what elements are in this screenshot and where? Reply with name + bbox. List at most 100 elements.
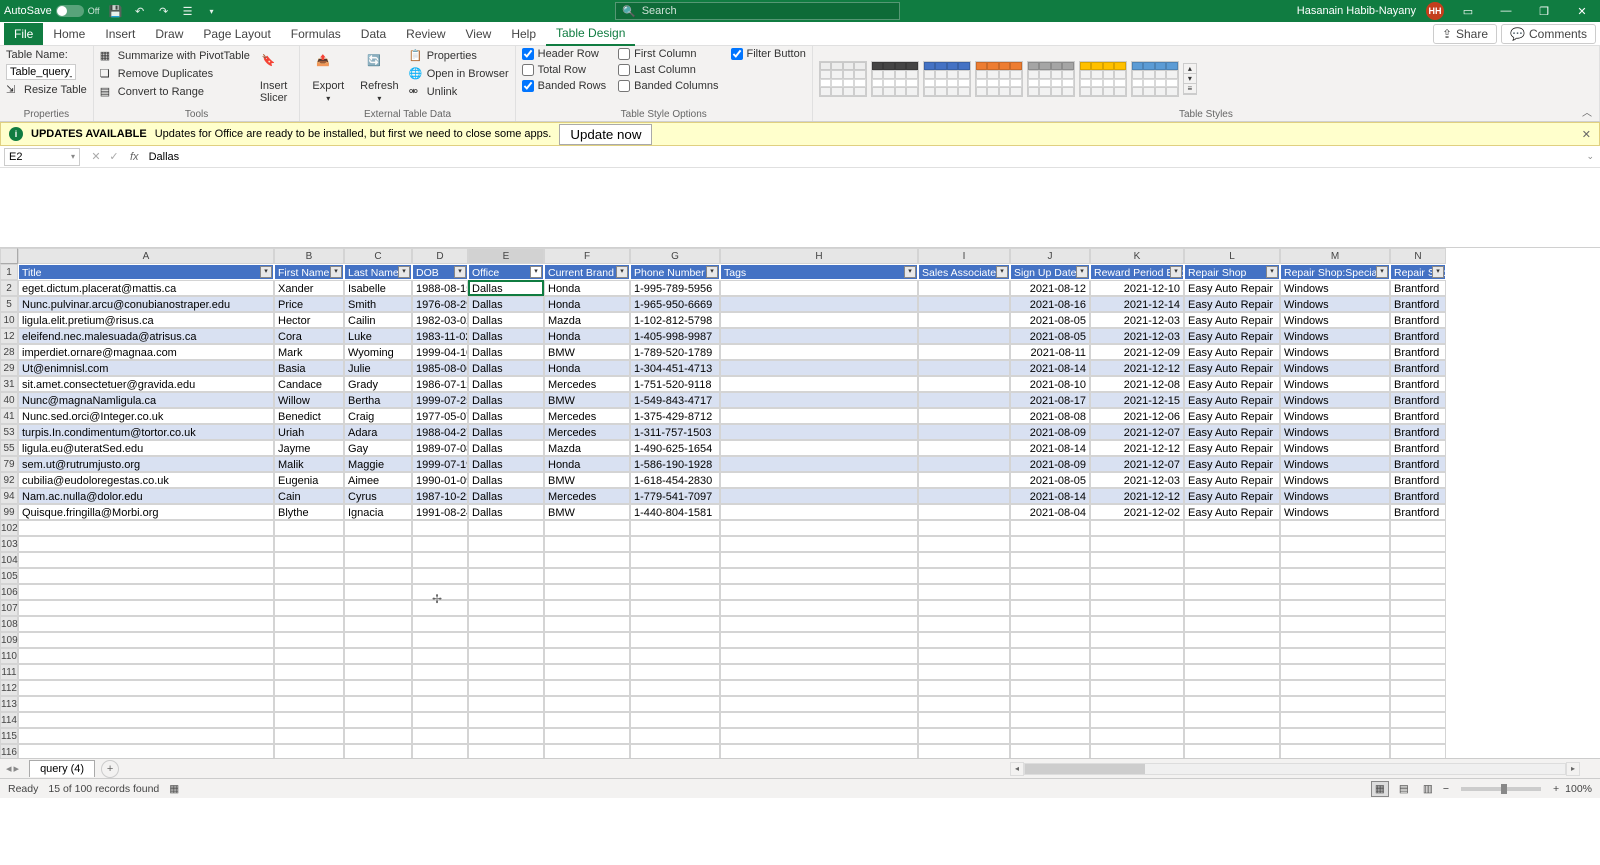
table-cell[interactable]: Basia [274,360,344,376]
table-cell[interactable]: Brantford [1390,424,1446,440]
row-header[interactable]: 28 [0,344,18,360]
sheet-next-icon[interactable]: ▸ [14,762,20,775]
empty-cell[interactable] [1280,680,1390,696]
table-cell[interactable]: Gay [344,440,412,456]
empty-cell[interactable] [1280,664,1390,680]
resize-table-button[interactable]: ⇲Resize Table [6,82,87,98]
banded-rows-checkbox[interactable]: Banded Rows [522,80,607,92]
table-cell[interactable]: Bertha [344,392,412,408]
collapse-ribbon-icon[interactable]: ︿ [1582,104,1592,119]
empty-cell[interactable] [918,552,1010,568]
row-header[interactable]: 104 [0,552,18,568]
update-now-button[interactable]: Update now [559,124,652,145]
empty-cell[interactable] [344,520,412,536]
table-cell[interactable]: Easy Auto Repair [1184,408,1280,424]
row-header[interactable]: 105 [0,568,18,584]
empty-cell[interactable] [1090,680,1184,696]
empty-cell[interactable] [1010,600,1090,616]
table-cell[interactable] [720,312,918,328]
filter-dropdown-icon[interactable]: ▾ [996,266,1008,278]
empty-cell[interactable] [1280,616,1390,632]
empty-cell[interactable] [274,520,344,536]
table-cell[interactable]: Ignacia [344,504,412,520]
undo-icon[interactable]: ↶ [132,3,148,19]
row-header[interactable]: 111 [0,664,18,680]
table-cell[interactable] [918,312,1010,328]
table-cell[interactable]: 1988-08-15 [412,280,468,296]
table-cell[interactable]: Nam.ac.nulla@dolor.edu [18,488,274,504]
table-style-swatch[interactable] [1131,61,1179,97]
empty-cell[interactable] [274,584,344,600]
table-cell[interactable]: Mercedes [544,424,630,440]
table-cell[interactable]: Windows [1280,344,1390,360]
empty-cell[interactable] [1390,536,1446,552]
table-cell[interactable]: Easy Auto Repair [1184,456,1280,472]
empty-cell[interactable] [720,632,918,648]
table-cell[interactable]: sit.amet.consectetuer@gravida.edu [18,376,274,392]
empty-cell[interactable] [1010,632,1090,648]
filter-dropdown-icon[interactable]: ▾ [530,266,542,278]
empty-cell[interactable] [720,680,918,696]
empty-cell[interactable] [1184,664,1280,680]
empty-cell[interactable] [344,728,412,744]
table-cell[interactable]: Mercedes [544,488,630,504]
table-cell[interactable]: Honda [544,280,630,296]
empty-cell[interactable] [1390,568,1446,584]
empty-cell[interactable] [544,680,630,696]
row-header[interactable]: 112 [0,680,18,696]
table-cell[interactable]: Honda [544,328,630,344]
table-cell[interactable]: 1-440-804-1581 [630,504,720,520]
empty-cell[interactable] [1390,632,1446,648]
empty-cell[interactable] [1184,568,1280,584]
empty-cell[interactable] [274,600,344,616]
table-cell[interactable]: 1-405-998-9987 [630,328,720,344]
empty-cell[interactable] [1390,552,1446,568]
empty-cell[interactable] [720,536,918,552]
table-cell[interactable]: Brantford [1390,440,1446,456]
table-cell[interactable]: Cora [274,328,344,344]
empty-cell[interactable] [274,712,344,728]
table-cell[interactable]: Dallas [468,376,544,392]
row-header[interactable]: 55 [0,440,18,456]
table-cell[interactable] [918,504,1010,520]
row-header[interactable]: 12 [0,328,18,344]
table-cell[interactable]: Easy Auto Repair [1184,472,1280,488]
table-cell[interactable]: Windows [1280,376,1390,392]
table-header[interactable]: Reward Period End▾ [1090,264,1184,280]
table-cell[interactable]: 2021-12-02 [1090,504,1184,520]
table-cell[interactable]: Honda [544,360,630,376]
empty-cell[interactable] [544,696,630,712]
table-cell[interactable]: 1-490-625-1654 [630,440,720,456]
filter-dropdown-icon[interactable]: ▾ [398,266,410,278]
table-header[interactable]: Last Name▾ [344,264,412,280]
filter-dropdown-icon[interactable]: ▾ [616,266,628,278]
table-cell[interactable]: Mazda [544,312,630,328]
expand-formula-icon[interactable]: ⌄ [1580,151,1600,162]
empty-cell[interactable] [344,680,412,696]
empty-cell[interactable] [18,584,274,600]
filter-dropdown-icon[interactable]: ▾ [706,266,718,278]
save-icon[interactable]: 💾 [108,3,124,19]
empty-cell[interactable] [544,568,630,584]
touch-mode-icon[interactable]: ☰ [180,3,196,19]
empty-cell[interactable] [1090,568,1184,584]
empty-cell[interactable] [630,680,720,696]
empty-cell[interactable] [344,568,412,584]
tab-home[interactable]: Home [43,23,95,45]
empty-cell[interactable] [630,568,720,584]
refresh-button[interactable]: 🔄 Refresh▾ [354,48,405,109]
table-cell[interactable]: ligula.eu@uteratSed.edu [18,440,274,456]
empty-cell[interactable] [544,664,630,680]
scroll-left-icon[interactable]: ◂ [1010,762,1024,776]
empty-cell[interactable] [344,552,412,568]
table-cell[interactable]: Xander [274,280,344,296]
table-cell[interactable]: 1-549-843-4717 [630,392,720,408]
table-cell[interactable]: 2021-08-05 [1010,312,1090,328]
empty-cell[interactable] [1090,664,1184,680]
empty-cell[interactable] [1184,696,1280,712]
table-cell[interactable] [918,440,1010,456]
empty-cell[interactable] [344,600,412,616]
empty-cell[interactable] [18,648,274,664]
table-cell[interactable]: 2021-08-09 [1010,424,1090,440]
col-header-E[interactable]: E [468,248,544,264]
